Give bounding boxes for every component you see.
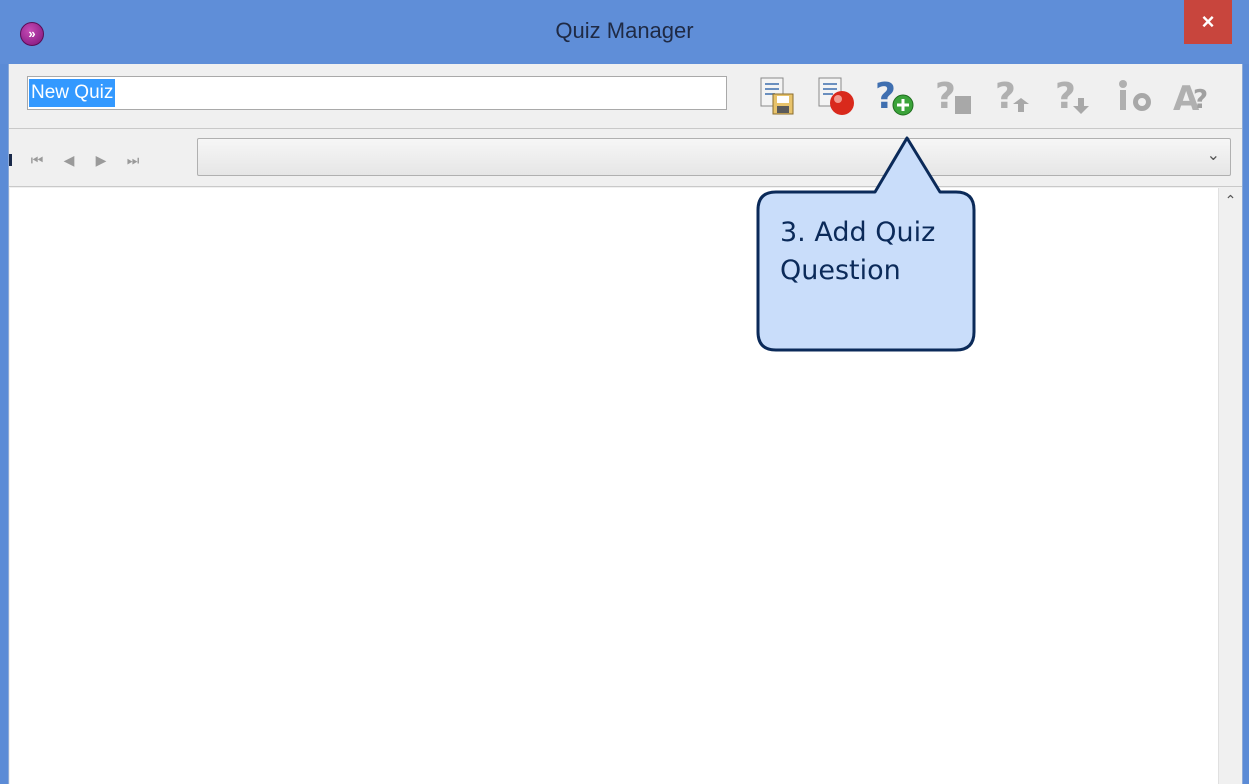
chevron-down-icon[interactable]: ⌄ <box>1207 145 1220 165</box>
callout-text: 3. Add Quiz Question <box>780 217 936 286</box>
move-question-up-icon: ? <box>995 76 1029 117</box>
toolbar-divider <box>9 128 1242 129</box>
answers-button[interactable]: A ? <box>1171 74 1221 119</box>
svg-text:?: ? <box>875 76 896 117</box>
question-select[interactable]: ⌄ <box>197 138 1231 176</box>
svg-text:?: ? <box>935 76 956 117</box>
question-editor-area[interactable] <box>10 188 1218 784</box>
previous-question-icon[interactable]: ◀ <box>59 152 79 169</box>
save-quiz-button[interactable] <box>751 74 801 118</box>
move-question-down-button[interactable]: ? <box>1051 74 1101 118</box>
delete-quiz-icon <box>818 77 854 115</box>
delete-question-icon: ? <box>935 76 971 117</box>
move-question-up-button[interactable]: ? <box>991 74 1041 118</box>
save-quiz-icon <box>760 77 794 115</box>
question-options-button[interactable] <box>1111 74 1161 118</box>
vertical-scrollbar[interactable]: ⌃ <box>1218 188 1242 784</box>
last-question-icon[interactable]: ⏭ <box>123 152 143 169</box>
question-options-icon <box>1119 80 1151 111</box>
toolbar: ? ? ? ? A ? <box>751 74 1221 119</box>
first-question-icon[interactable]: ⏮ <box>27 152 47 169</box>
add-question-icon: ? <box>875 76 914 117</box>
window-title: Quiz Manager <box>555 18 694 43</box>
scroll-up-icon[interactable]: ⌃ <box>1219 192 1242 209</box>
quiz-manager-window: » Quiz Manager × New Quiz New Quiz ? ? ?… <box>0 0 1249 784</box>
close-button[interactable]: × <box>1184 0 1232 44</box>
question-navigator: ⏮ ◀ ▶ ⏭ <box>27 148 143 172</box>
edge-marker <box>9 154 12 166</box>
client-area: New Quiz New Quiz ? ? ? ? A ? ⏮ ◀ ▶ ⏭ ⌄ … <box>8 64 1243 784</box>
quiz-name-input[interactable] <box>27 76 727 110</box>
delete-question-button[interactable]: ? <box>931 74 981 118</box>
next-question-icon[interactable]: ▶ <box>91 152 111 169</box>
svg-text:?: ? <box>995 76 1016 117</box>
move-question-down-icon: ? <box>1055 76 1089 117</box>
navigator-divider <box>9 186 1242 187</box>
title-bar[interactable]: » Quiz Manager × <box>0 0 1249 64</box>
svg-text:?: ? <box>1193 85 1208 115</box>
add-question-button[interactable]: ? <box>871 74 921 118</box>
svg-text:?: ? <box>1055 76 1076 117</box>
answers-icon: A ? <box>1173 79 1208 119</box>
delete-quiz-button[interactable] <box>811 74 861 118</box>
